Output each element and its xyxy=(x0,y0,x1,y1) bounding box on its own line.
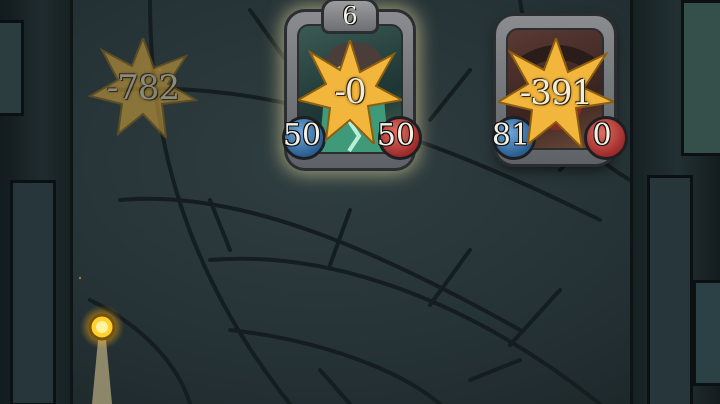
window-pane xyxy=(10,180,56,404)
damage-value: -391 xyxy=(519,73,593,113)
window-pane xyxy=(0,20,24,116)
damage-burst: -0 xyxy=(295,36,406,147)
floating-damage-burst: -782 xyxy=(87,35,200,141)
window-pane xyxy=(681,0,720,156)
floating-damage-value: -782 xyxy=(106,68,180,108)
game-board: -782 6 50 50 -0 81 0 -391 xyxy=(0,0,720,404)
window-pane xyxy=(647,175,693,404)
card-cost: 6 xyxy=(321,0,379,34)
glowing-orb-icon[interactable] xyxy=(80,300,130,404)
damage-value: -0 xyxy=(334,72,366,112)
right-pillar xyxy=(630,0,720,404)
window-pane xyxy=(693,280,720,386)
left-pillar xyxy=(0,0,73,404)
damage-burst: -391 xyxy=(495,35,618,151)
